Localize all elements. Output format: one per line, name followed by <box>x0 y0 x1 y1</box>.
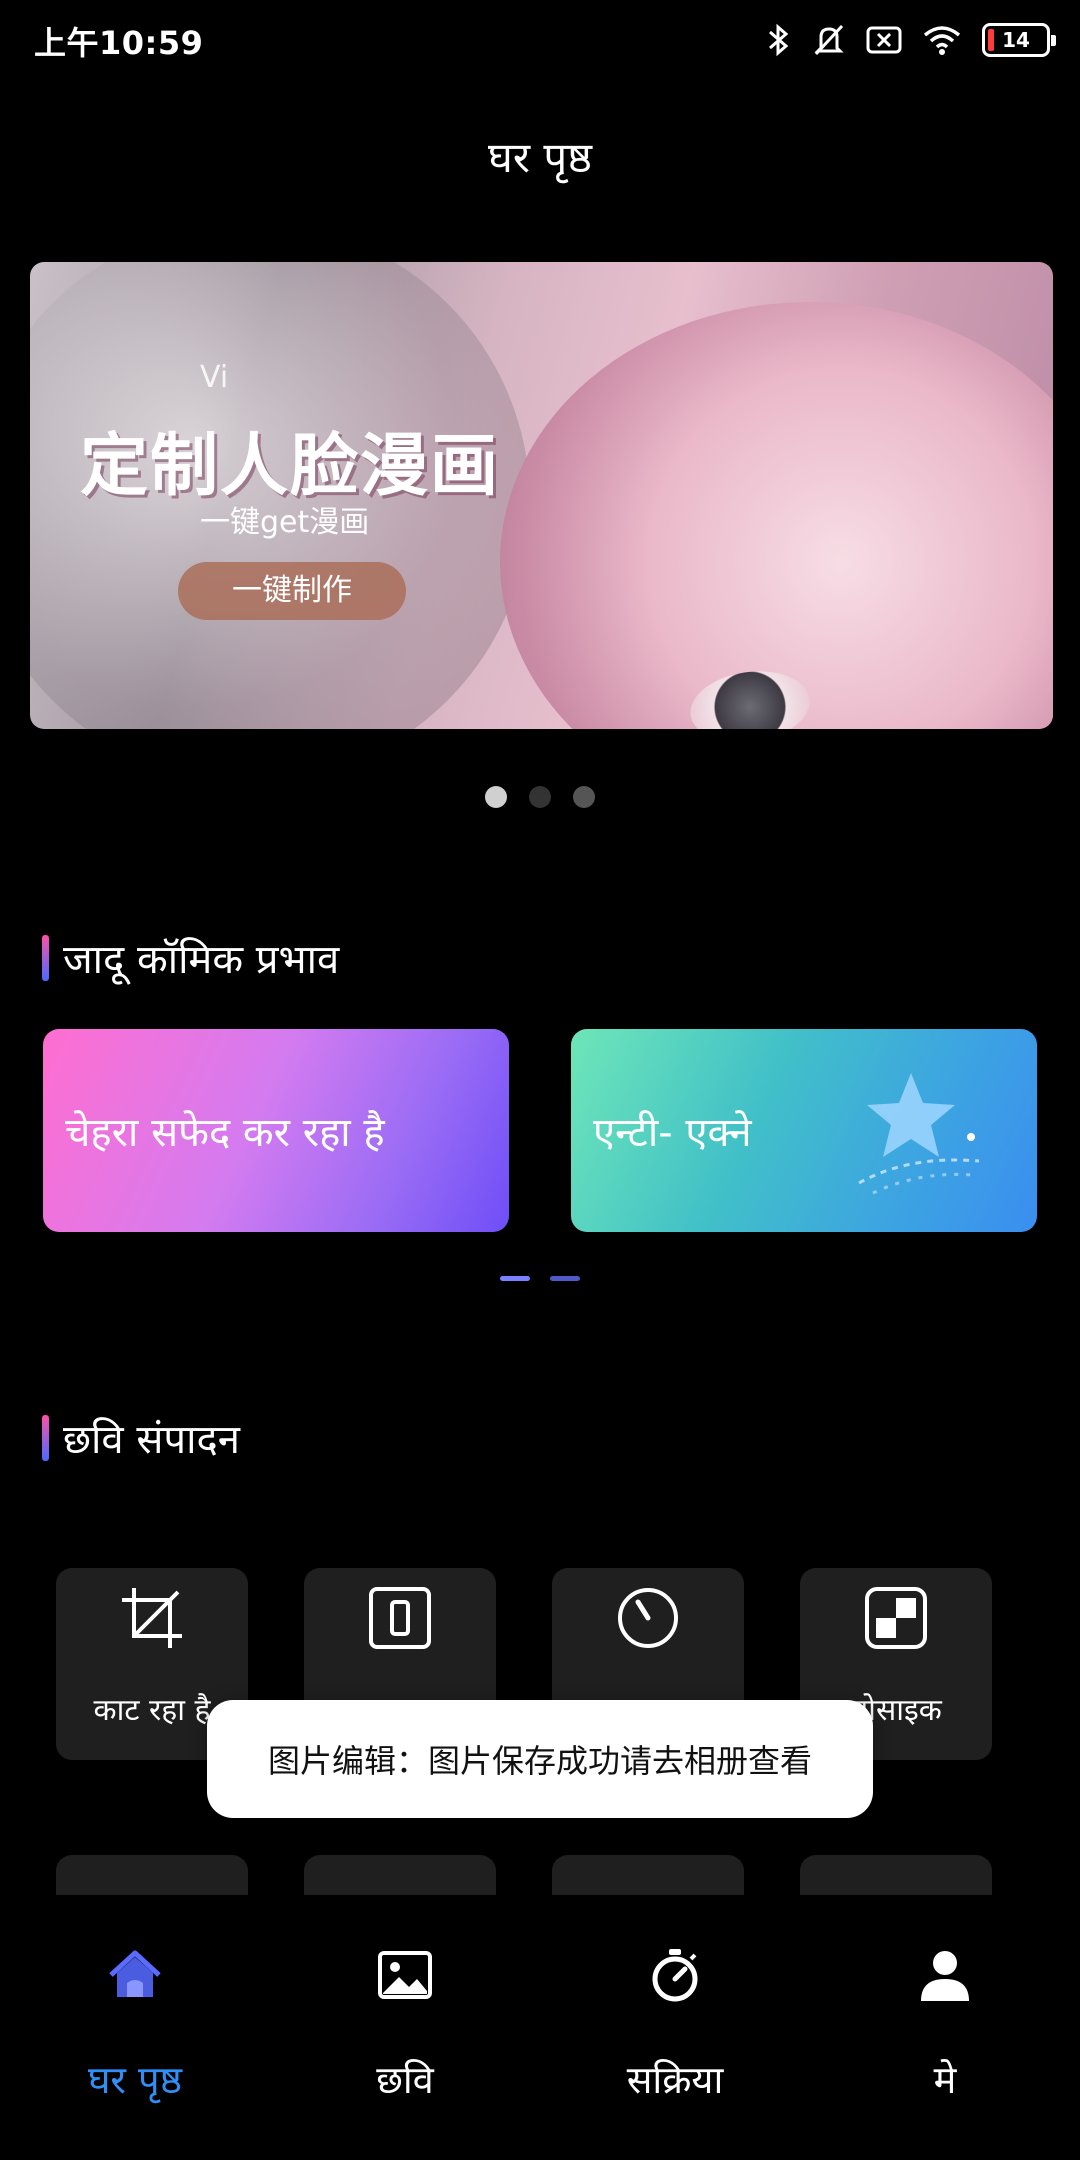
person-icon <box>921 1951 969 2001</box>
tool-tile-partial[interactable] <box>304 1855 496 1895</box>
nav-label: छवि <box>376 2058 434 2102</box>
section-accent-bar <box>42 934 49 981</box>
section-title: छवि संपादन <box>63 1417 240 1463</box>
section-heading-edit: छवि संपादन <box>42 1410 240 1465</box>
nav-label: सक्रिया <box>626 2058 724 2102</box>
nav-label: मे <box>933 2058 957 2102</box>
pager-dot[interactable] <box>529 786 551 808</box>
tool-tile-partial[interactable] <box>56 1855 248 1895</box>
effects-pager <box>0 1276 1080 1281</box>
battery-level: 14 <box>1002 28 1030 52</box>
status-time: 上午10:59 <box>34 24 204 62</box>
nav-label: घर पृष्ठ <box>87 2058 183 2102</box>
effect-card-anti-acne[interactable]: एन्टी- एक्ने <box>571 1029 1037 1232</box>
status-icons: 14 <box>766 20 1056 60</box>
section-accent-bar <box>42 1414 49 1461</box>
aspect-ratio-icon <box>369 1587 431 1649</box>
mute-bell-icon <box>814 24 844 56</box>
bottom-nav: घर पृष्ठ छवि सक्रिया मे <box>0 1895 1080 2160</box>
image-icon <box>378 1951 432 1999</box>
banner-title: 定制人脸漫画 <box>80 427 501 506</box>
sim-x-icon <box>866 26 902 54</box>
page-title: घर पृष्ठ <box>488 133 592 182</box>
banner-make-button[interactable]: 一键制作 <box>178 562 406 620</box>
nav-item-activity[interactable]: सक्रिया <box>540 1895 810 2160</box>
pager-indicator[interactable] <box>550 1276 580 1281</box>
banner-subtitle: 一键get漫画 <box>200 505 370 540</box>
star-icon <box>858 1073 980 1195</box>
pager-dot[interactable] <box>573 786 595 808</box>
crop-icon <box>122 1588 182 1648</box>
promo-banner[interactable]: Vi 定制人脸漫画 一键get漫画 一键制作 <box>30 262 1053 729</box>
nav-item-image[interactable]: छवि <box>270 1895 540 2160</box>
stopwatch-icon <box>652 1949 698 2002</box>
banner-subtitle-top: Vi <box>200 360 229 395</box>
nav-item-home[interactable]: घर पृष्ठ <box>0 1895 270 2160</box>
speedometer-icon <box>618 1588 678 1648</box>
effect-card-label: चेहरा सफेद कर रहा है <box>65 1110 385 1156</box>
wifi-icon <box>923 26 961 55</box>
toast-message: 图片编辑：图片保存成功请去相册查看 <box>207 1700 873 1818</box>
home-icon <box>109 1950 161 1997</box>
banner-image-face <box>500 302 1053 729</box>
effect-card-whitening[interactable]: चेहरा सफेद कर रहा है <box>43 1029 509 1232</box>
tool-tile-partial[interactable] <box>800 1855 992 1895</box>
status-bar: 上午10:59 14 <box>0 0 1080 80</box>
section-heading-comic: जादू कॉमिक प्रभाव <box>42 930 339 985</box>
mosaic-icon <box>865 1587 927 1649</box>
pager-dot[interactable] <box>485 786 507 808</box>
section-title: जादू कॉमिक प्रभाव <box>63 937 340 983</box>
battery-icon: 14 <box>982 23 1056 57</box>
nav-item-me[interactable]: मे <box>810 1895 1080 2160</box>
effect-card-label: एन्टी- एक्ने <box>593 1110 752 1156</box>
bluetooth-icon <box>769 23 789 57</box>
banner-pager <box>0 786 1080 808</box>
pager-indicator[interactable] <box>500 1276 530 1281</box>
tool-tile-partial[interactable] <box>552 1855 744 1895</box>
